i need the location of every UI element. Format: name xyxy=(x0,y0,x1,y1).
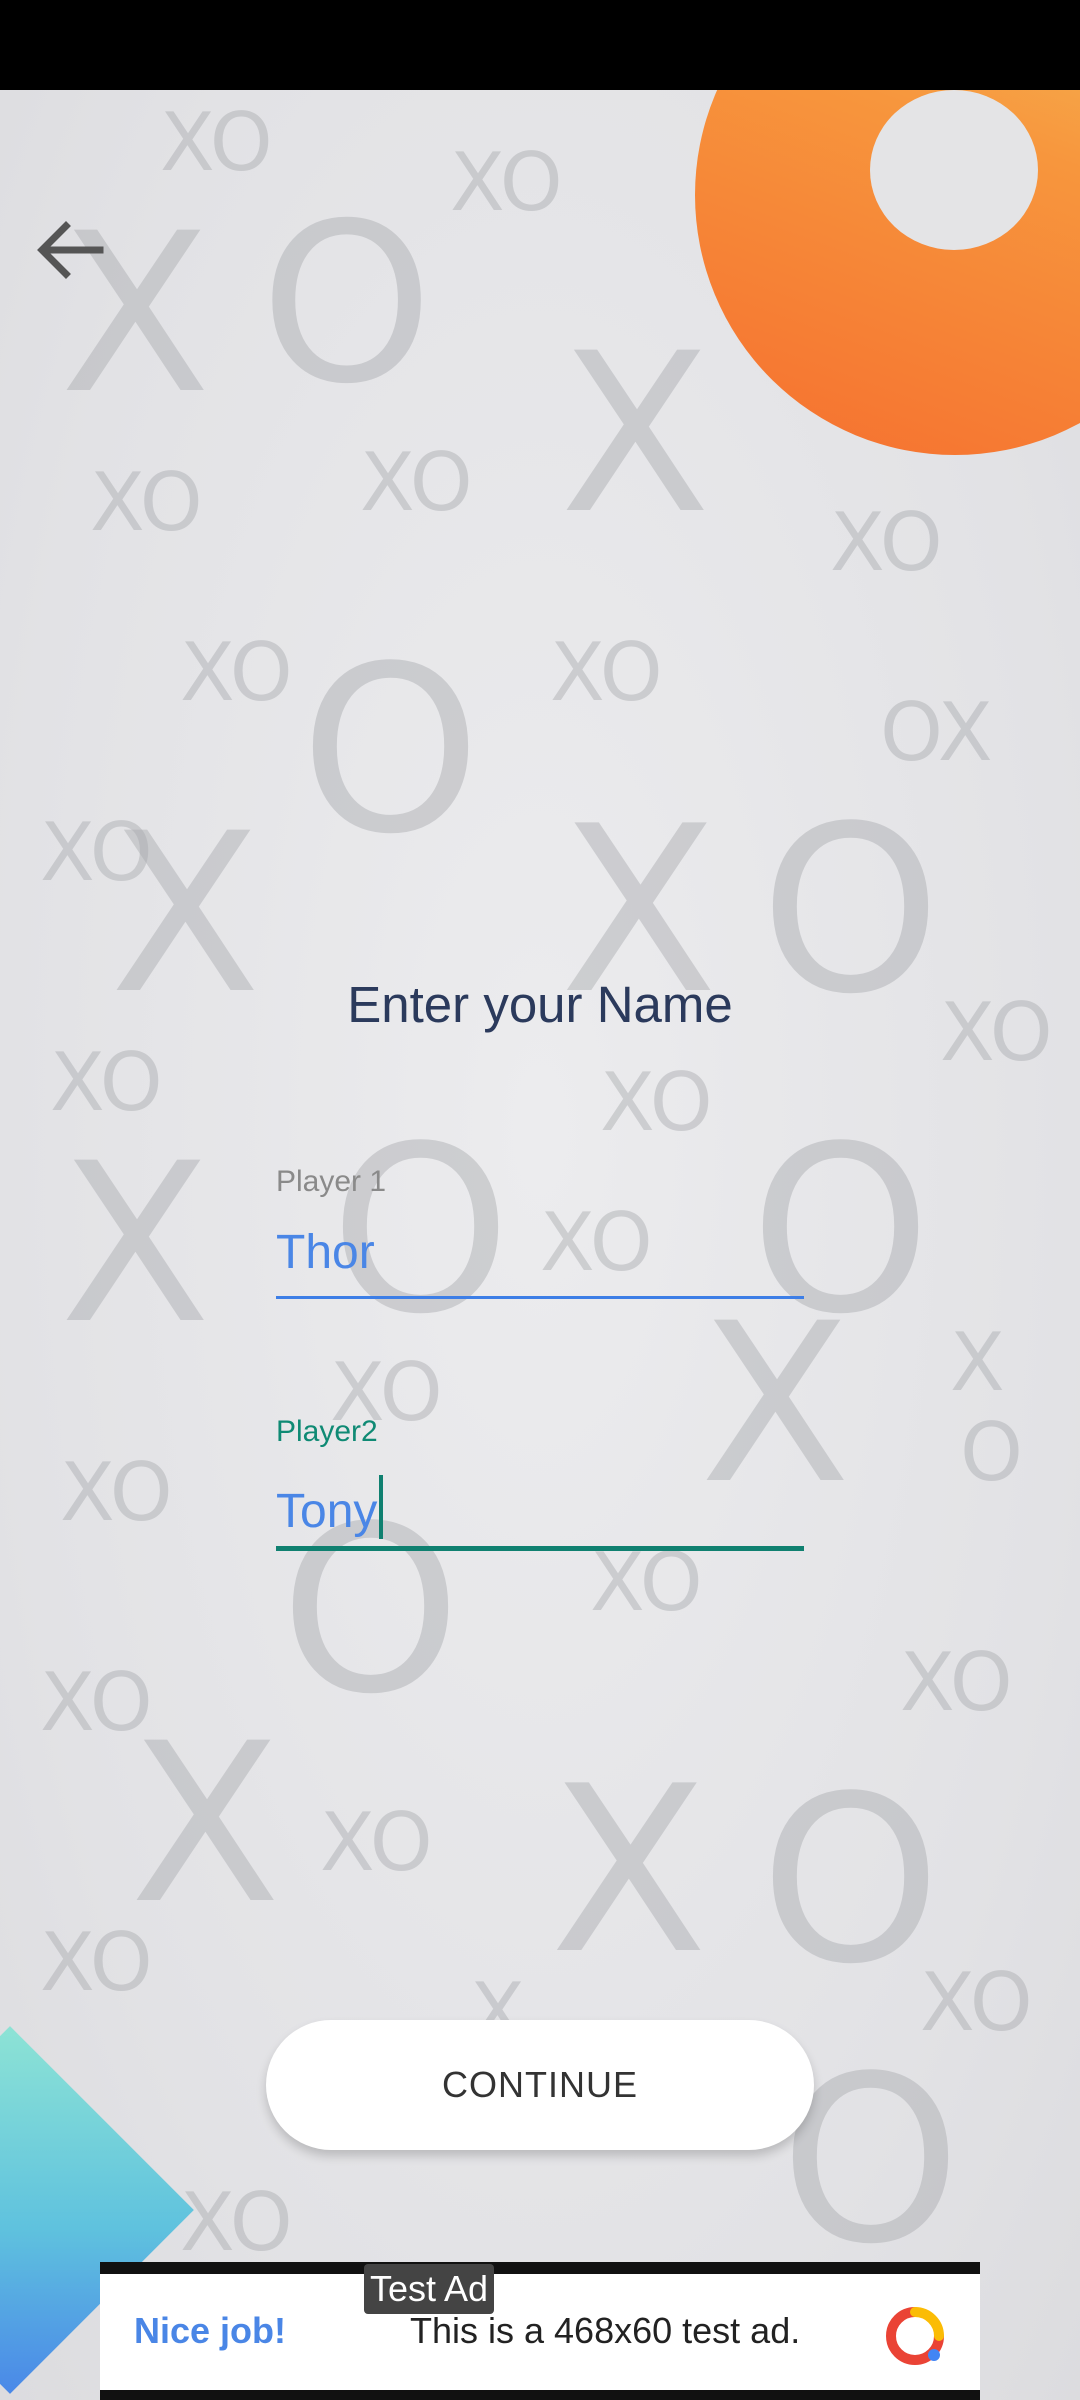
player1-label: Player 1 xyxy=(276,1165,387,1198)
svg-text:XO: XO xyxy=(830,496,943,589)
svg-text:O: O xyxy=(260,176,433,432)
ad-headline: Nice job! xyxy=(134,2310,287,2351)
svg-text:X: X xyxy=(950,1316,1005,1409)
svg-text:XO: XO xyxy=(600,1056,713,1149)
svg-text:O: O xyxy=(760,1748,941,2015)
svg-text:XO: XO xyxy=(180,626,293,719)
admob-logo-icon xyxy=(886,2307,944,2365)
text-cursor xyxy=(379,1475,384,1539)
page-title: Enter your Name xyxy=(347,976,733,1033)
player2-field[interactable]: Player2 Tony xyxy=(276,1415,804,1555)
ad-body-text: This is a 468x60 test ad. xyxy=(410,2310,801,2351)
svg-text:XO: XO xyxy=(40,1916,153,2009)
player2-label: Player2 xyxy=(276,1415,378,1448)
svg-text:XO: XO xyxy=(160,96,273,189)
player2-input-wrap[interactable]: Tony xyxy=(276,1475,384,1539)
player1-underline xyxy=(276,1296,804,1299)
status-bar xyxy=(0,0,1080,90)
svg-text:XO: XO xyxy=(550,626,663,719)
continue-button[interactable]: CONTINUE xyxy=(266,2020,814,2150)
svg-text:X: X xyxy=(560,306,711,562)
svg-text:XO: XO xyxy=(450,136,563,229)
ad-content[interactable]: Nice job! This is a 468x60 test ad. xyxy=(100,2274,980,2390)
svg-text:X: X xyxy=(550,1738,708,2005)
test-ad-tag: Test Ad xyxy=(364,2264,495,2314)
player2-input[interactable]: Tony xyxy=(276,1485,377,1538)
player1-input[interactable]: Thor xyxy=(276,1225,375,1280)
player2-underline xyxy=(276,1546,804,1551)
svg-text:XO: XO xyxy=(360,436,473,529)
svg-text:XO: XO xyxy=(320,1796,433,1889)
svg-text:X: X xyxy=(60,1116,211,1372)
player1-field[interactable]: Player 1 Thor xyxy=(276,1165,804,1305)
decorative-ring-hole xyxy=(870,90,1038,250)
svg-text:XO: XO xyxy=(90,456,203,549)
svg-text:OX: OX xyxy=(880,686,993,779)
svg-text:O: O xyxy=(960,1406,1023,1499)
svg-text:X: X xyxy=(130,1696,281,1952)
arrow-left-icon xyxy=(37,221,104,279)
svg-text:XO: XO xyxy=(180,2176,293,2269)
back-button[interactable] xyxy=(20,200,120,300)
svg-text:O: O xyxy=(300,618,481,885)
svg-text:XO: XO xyxy=(60,1446,173,1539)
ad-banner[interactable]: Nice job! This is a 468x60 test ad. xyxy=(100,2262,980,2400)
svg-text:XO: XO xyxy=(900,1636,1013,1729)
